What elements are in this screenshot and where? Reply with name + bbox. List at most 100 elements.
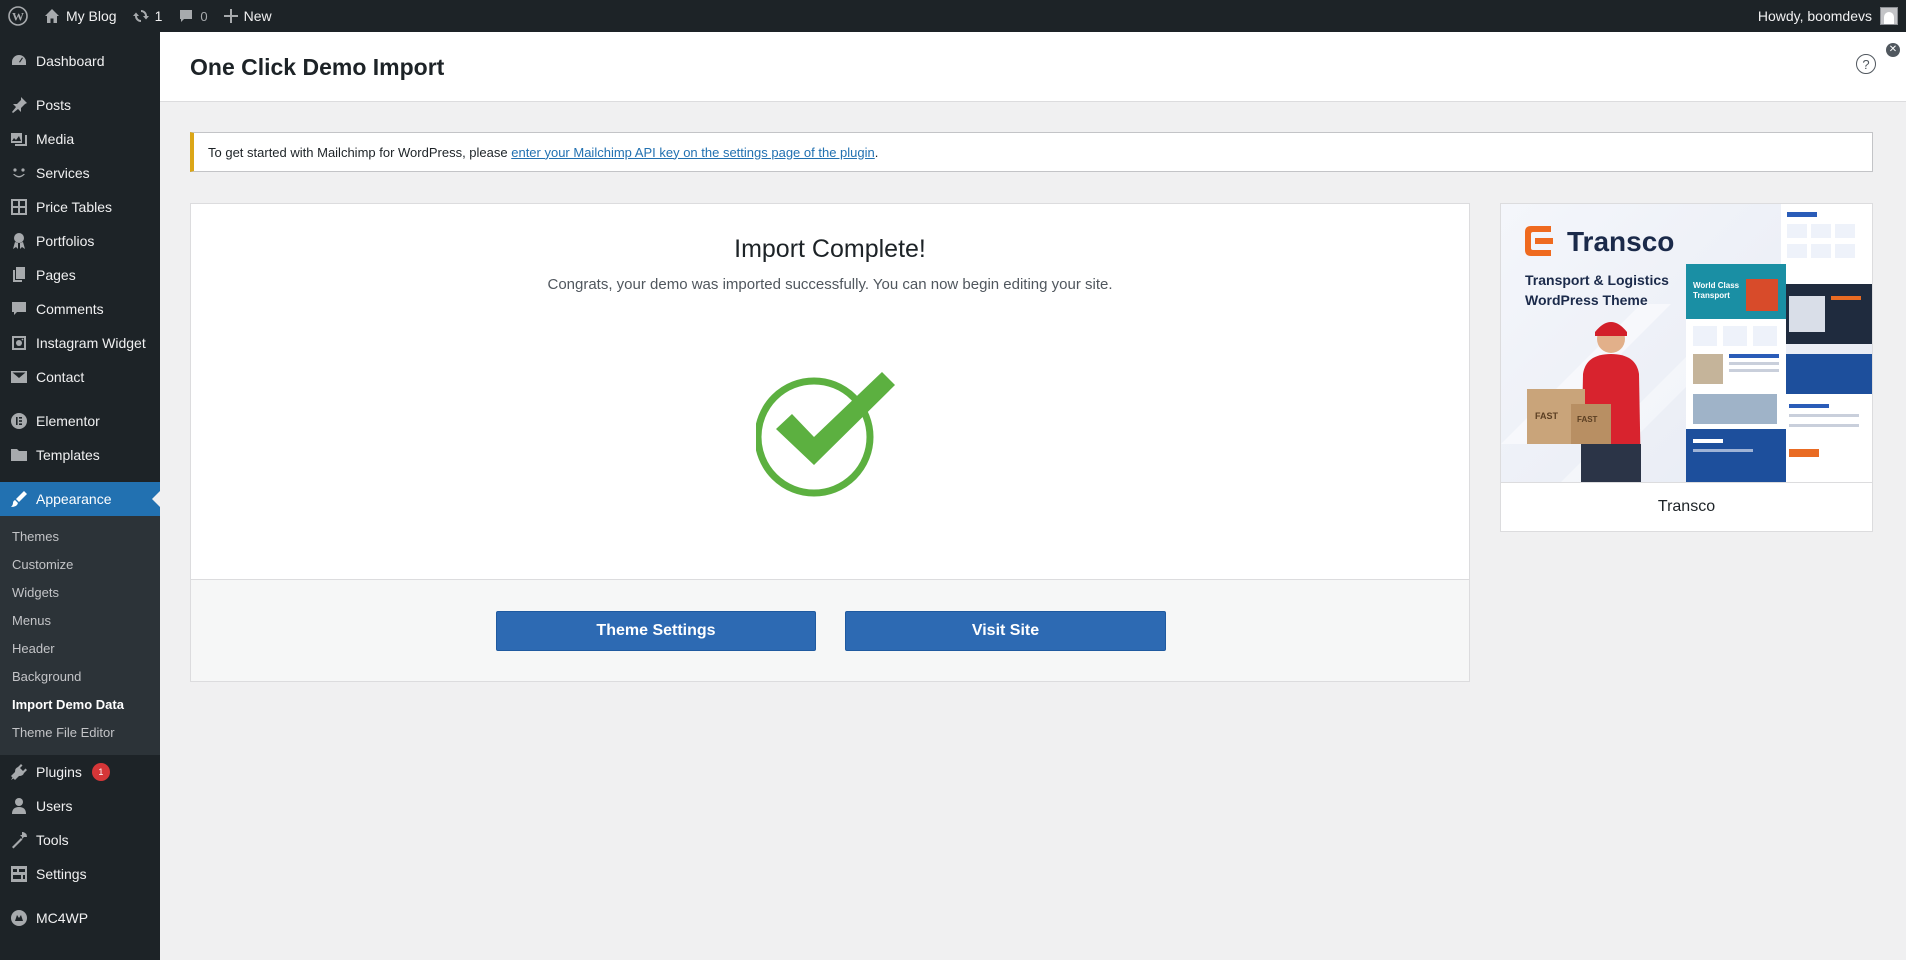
menu-elementor[interactable]: Elementor [0,404,160,438]
menu-appearance[interactable]: Appearance [0,482,160,516]
submenu-menus[interactable]: Menus [0,607,160,635]
page-title: One Click Demo Import [190,54,445,80]
menu-label: Users [36,798,73,814]
theme-name: Transco [1501,482,1872,531]
menu-services[interactable]: Services [0,156,160,190]
svg-text:W: W [12,10,24,24]
media-icon [10,130,28,148]
brush-icon [10,490,28,508]
smile-icon [10,164,28,182]
menu-contact[interactable]: Contact [0,360,160,394]
menu-label: Settings [36,866,87,882]
grid-icon [10,198,28,216]
menu-dashboard[interactable]: Dashboard [0,44,160,78]
menu-label: Dashboard [36,53,105,69]
notice-text: To get started with Mailchimp for WordPr… [208,144,508,160]
refresh-icon [132,10,149,22]
plus-icon [223,9,238,23]
page-header: One Click Demo Import ? ✕ [160,32,1906,102]
submenu-background[interactable]: Background [0,663,160,691]
comment-icon [10,300,28,318]
dashboard-icon [10,52,28,70]
import-card-footer: Theme Settings Visit Site [191,579,1469,681]
comments-link[interactable]: 0 [170,0,215,32]
wordpress-icon: W [8,6,28,26]
menu-label: Plugins [36,764,82,780]
mailchimp-notice: To get started with Mailchimp for WordPr… [190,132,1873,172]
submenu-theme-file-editor[interactable]: Theme File Editor [0,719,160,747]
submenu-themes[interactable]: Themes [0,523,160,551]
menu-templates[interactable]: Templates [0,438,160,472]
theme-logo: Transco [1567,226,1674,258]
submenu-header[interactable]: Header [0,635,160,663]
users-icon [10,797,28,815]
menu-label: Appearance [36,491,112,507]
plugin-icon [10,763,28,781]
menu-label: Media [36,131,75,147]
theme-logo-text: Transco [1567,226,1675,257]
svg-text:World Class: World Class [1693,281,1740,290]
mc4wp-icon [10,909,28,927]
theme-settings-button[interactable]: Theme Settings [496,611,816,651]
instagram-icon [10,334,28,352]
comment-icon [180,10,193,22]
close-icon[interactable]: ✕ [1886,43,1900,57]
success-check-icon [754,367,896,507]
updates-count: 1 [154,8,163,24]
import-complete-title: Import Complete! [734,235,926,263]
menu-settings[interactable]: Settings [0,857,160,891]
menu-label: Templates [36,447,100,463]
menu-instagram-widget[interactable]: Instagram Widget [0,326,160,360]
menu-pages[interactable]: Pages [0,258,160,292]
folder-icon [10,446,28,464]
mail-icon [10,368,28,386]
menu-posts[interactable]: Posts [0,88,160,122]
visit-site-button[interactable]: Visit Site [845,611,1166,651]
wordpress-logo-button[interactable]: W [0,0,36,32]
appearance-submenu: Themes Customize Widgets Menus Header Ba… [0,516,160,755]
award-icon [10,232,28,250]
updates-link[interactable]: 1 [125,0,171,32]
pages-icon [10,266,28,284]
menu-users[interactable]: Users [0,789,160,823]
import-complete-message: Congrats, your demo was imported success… [547,276,1113,293]
menu-plugins[interactable]: Plugins 1 [0,755,160,789]
theme-preview-card: World Class Transport FAST FAST Transco … [1500,203,1873,532]
new-content-link[interactable]: New [216,0,280,32]
menu-label: Instagram Widget [36,335,146,351]
svg-text:Transport: Transport [1693,291,1730,300]
avatar [1880,7,1898,25]
svg-text:FAST: FAST [1535,411,1559,421]
home-icon [45,9,59,23]
mailchimp-api-key-link[interactable]: enter your Mailchimp API key on the sett… [511,145,875,160]
submenu-customize[interactable]: Customize [0,551,160,579]
menu-comments[interactable]: Comments [0,292,160,326]
howdy-greeting: Howdy, boomdevs [1757,8,1872,24]
admin-bar: W My Blog 1 0 New Howdy, boomdevs [0,0,1906,32]
menu-label: Price Tables [36,199,113,215]
site-name: My Blog [66,8,117,24]
svg-text:FAST: FAST [1577,415,1598,424]
menu-tools[interactable]: Tools [0,823,160,857]
my-account[interactable]: Howdy, boomdevs [1758,7,1906,25]
menu-portfolios[interactable]: Portfolios [0,224,160,258]
theme-tagline: Transport & Logistics WordPress Theme [1525,272,1669,308]
menu-label: Contact [36,369,85,385]
menu-label: Posts [36,97,72,113]
menu-label: Comments [36,301,104,317]
plugins-update-badge: 1 [91,763,110,781]
menu-label: Tools [36,832,69,848]
settings-icon [10,865,28,883]
help-icon[interactable]: ? [1856,54,1876,74]
submenu-widgets[interactable]: Widgets [0,579,160,607]
site-name-link[interactable]: My Blog [36,0,125,32]
menu-mc4wp[interactable]: MC4WP [0,901,160,935]
menu-price-tables[interactable]: Price Tables [0,190,160,224]
menu-media[interactable]: Media [0,122,160,156]
elementor-icon [10,412,28,430]
new-label: New [243,8,272,24]
menu-label: Elementor [36,413,100,429]
comments-count: 0 [200,8,208,24]
admin-sidebar: Dashboard Posts Media Services Price Tab… [0,32,160,960]
submenu-import-demo-data[interactable]: Import Demo Data [0,691,160,719]
